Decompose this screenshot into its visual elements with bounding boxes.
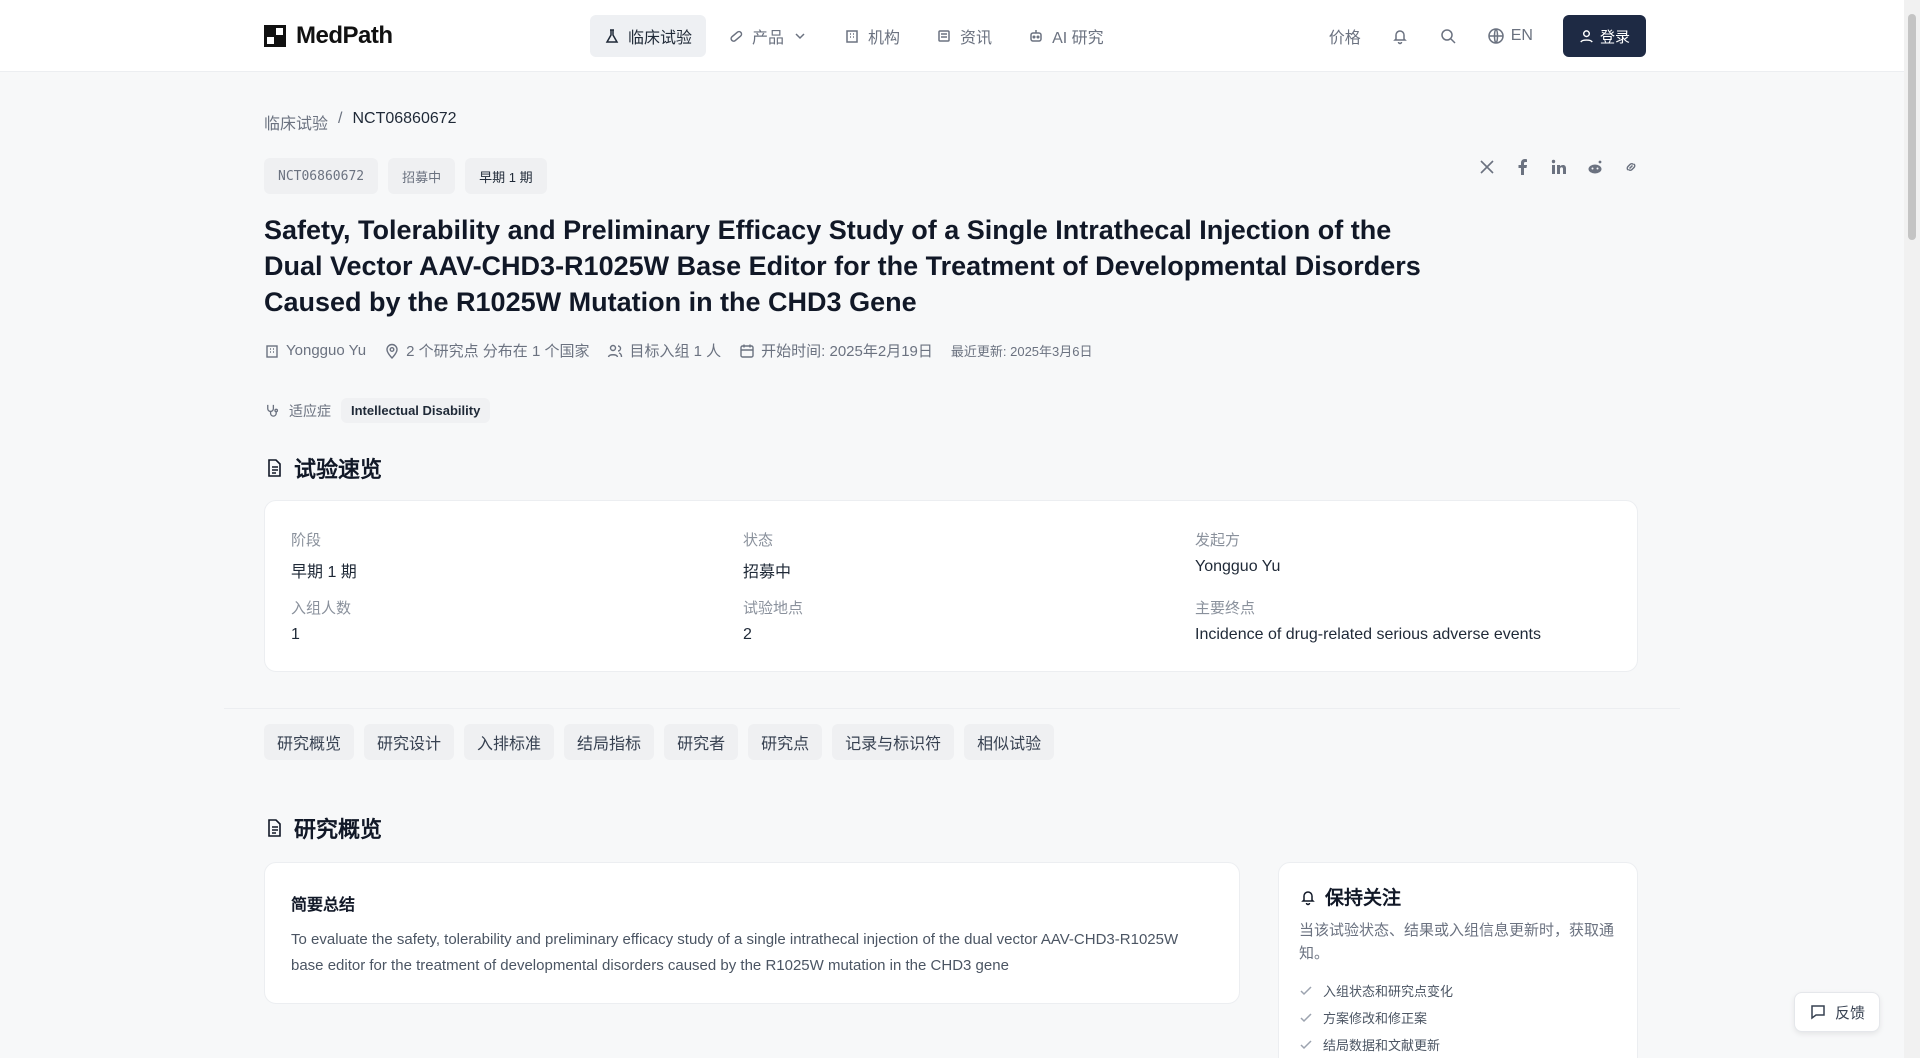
stethoscope-icon xyxy=(267,404,279,417)
indication-row: 适应症 Intellectual Disability xyxy=(264,398,491,423)
tab-eligibility[interactable]: 入排标准 xyxy=(464,724,555,760)
overview-status: 状态 招募中 xyxy=(743,532,792,581)
list-item: 入组状态和研究点变化 xyxy=(1299,977,1453,1004)
chevron-down-icon xyxy=(795,33,805,40)
trial-title: Safety, Tolerability and Preliminary Eff… xyxy=(264,215,1421,317)
follow-card: 保持关注 当该试验状态、结果或入组信息更新时，获取通知。 入组状态和研究点变化 … xyxy=(1278,862,1638,1058)
language-switch[interactable]: EN xyxy=(1487,27,1533,45)
tab-outcomes[interactable]: 结局指标 xyxy=(564,724,655,760)
trial-meta: Yongguo Yu 2 个研究点 分布在 1 个国家 目标入组 1 人 开始时… xyxy=(264,340,1093,361)
breadcrumb-current: NCT06860672 xyxy=(352,110,457,127)
x-twitter-icon[interactable] xyxy=(1478,158,1496,176)
search-button[interactable] xyxy=(1439,27,1457,45)
reddit-icon[interactable] xyxy=(1586,158,1604,176)
follow-list: 入组状态和研究点变化 方案修改和修正案 结局数据和文献更新 xyxy=(1299,977,1453,1058)
tab-records[interactable]: 记录与标识符 xyxy=(832,724,955,760)
header-tools: 价格 EN 登录 xyxy=(1329,15,1646,57)
breadcrumb-separator: / xyxy=(338,110,343,127)
feedback-button[interactable]: 反馈 xyxy=(1794,992,1881,1032)
nav-item-news[interactable]: 资讯 xyxy=(922,15,1006,57)
status-badge: 招募中 xyxy=(388,158,456,194)
overview-card: 阶段 早期 1 期 状态 招募中 发起方 Yongguo Yu 入组人数 1 试… xyxy=(264,500,1638,672)
list-item: 结局数据和文献更新 xyxy=(1299,1031,1453,1058)
nav-item-products[interactable]: 产品 xyxy=(714,15,822,57)
follow-title: 保持关注 xyxy=(1299,883,1401,910)
linkedin-icon[interactable] xyxy=(1550,158,1568,176)
nav-item-ai-research[interactable]: AI 研究 xyxy=(1014,15,1118,57)
tab-investigators[interactable]: 研究者 xyxy=(664,724,739,760)
document-icon xyxy=(268,459,281,477)
follow-description: 当该试验状态、结果或入组信息更新时，获取通知。 xyxy=(1299,922,1615,962)
facebook-icon[interactable] xyxy=(1514,158,1532,176)
brief-summary-title: 简要总结 xyxy=(291,897,356,914)
phase-badge: 早期 1 期 xyxy=(465,158,547,194)
brand-name: MedPath xyxy=(296,22,393,49)
newspaper-icon xyxy=(938,30,950,42)
meta-sponsor[interactable]: Yongguo Yu xyxy=(264,342,366,359)
overview-sites: 试验地点 2 xyxy=(743,600,804,643)
section-title-overview: 试验速览 xyxy=(264,452,382,484)
building-icon xyxy=(266,344,278,358)
brief-summary-text: To evaluate the safety, tolerability and… xyxy=(291,931,1179,974)
meta-start-date: 开始时间: 2025年2月19日 xyxy=(739,340,933,361)
breadcrumb: 临床试验 / NCT06860672 xyxy=(264,110,457,134)
bell-icon xyxy=(1301,890,1315,905)
building-icon xyxy=(846,30,858,43)
message-icon xyxy=(1811,1005,1825,1020)
overview-sponsor: 发起方 Yongguo Yu xyxy=(1195,532,1281,575)
scrollbar-thumb[interactable] xyxy=(1908,14,1916,240)
indication-label: 适应症 xyxy=(289,402,331,419)
breadcrumb-root[interactable]: 临床试验 xyxy=(264,110,328,134)
tab-similar-trials[interactable]: 相似试验 xyxy=(964,724,1055,760)
section-tabs: 研究概览 研究设计 入排标准 结局指标 研究者 研究点 记录与标识符 相似试验 xyxy=(264,724,1055,760)
login-button[interactable]: 登录 xyxy=(1562,15,1646,57)
flask-icon xyxy=(605,29,619,43)
meta-sites[interactable]: 2 个研究点 分布在 1 个国家 xyxy=(384,340,589,361)
list-item: 方案修改和修正案 xyxy=(1299,1004,1453,1031)
notifications-button[interactable] xyxy=(1391,27,1409,45)
meta-last-updated: 最近更新: 2025年3月6日 xyxy=(950,344,1093,359)
tab-study-design[interactable]: 研究设计 xyxy=(364,724,455,760)
check-icon xyxy=(1300,1039,1312,1049)
globe-icon xyxy=(1488,28,1504,44)
top-navbar: MedPath 临床试验 产品 机构 资讯 AI 研究 价格 EN 登录 xyxy=(0,0,1904,72)
brand-logo[interactable]: MedPath xyxy=(264,22,393,50)
meta-enrollment: 目标入组 1 人 xyxy=(607,340,721,361)
link-icon[interactable] xyxy=(1622,158,1640,176)
nav-item-clinical-trials[interactable]: 临床试验 xyxy=(590,15,707,57)
search-icon xyxy=(1441,29,1456,44)
price-link[interactable]: 价格 xyxy=(1329,24,1361,48)
overview-endpoint: 主要终点 Incidence of drug-related serious a… xyxy=(1195,600,1541,643)
tab-sites[interactable]: 研究点 xyxy=(748,724,823,760)
overview-phase: 阶段 早期 1 期 xyxy=(291,532,357,581)
robot-icon xyxy=(1030,30,1042,42)
trial-id-badge: NCT06860672 xyxy=(264,158,379,194)
trial-tags: NCT06860672 招募中 早期 1 期 xyxy=(264,158,547,194)
indication-chip[interactable]: Intellectual Disability xyxy=(341,398,491,423)
nav-item-institutions[interactable]: 机构 xyxy=(830,15,914,57)
logo-mark-icon xyxy=(264,25,286,47)
page-scrollbar[interactable] xyxy=(1904,0,1920,1058)
check-icon xyxy=(1300,985,1312,995)
share-bar xyxy=(1478,158,1640,176)
overview-enrollment: 入组人数 1 xyxy=(291,600,352,643)
pill-icon xyxy=(730,30,743,42)
check-icon xyxy=(1300,1012,1312,1022)
calendar-icon xyxy=(740,344,754,358)
tab-study-overview[interactable]: 研究概览 xyxy=(264,724,355,760)
document-icon xyxy=(268,819,281,837)
users-icon xyxy=(608,344,623,357)
map-pin-icon xyxy=(386,343,398,359)
user-icon xyxy=(1580,29,1593,43)
section-title-study: 研究概览 xyxy=(264,812,382,844)
bell-icon xyxy=(1392,30,1407,45)
main-nav: 临床试验 产品 机构 资讯 AI 研究 xyxy=(590,15,1118,57)
section-divider xyxy=(224,708,1680,709)
brief-summary-card: 简要总结 To evaluate the safety, tolerabilit… xyxy=(264,862,1240,1004)
